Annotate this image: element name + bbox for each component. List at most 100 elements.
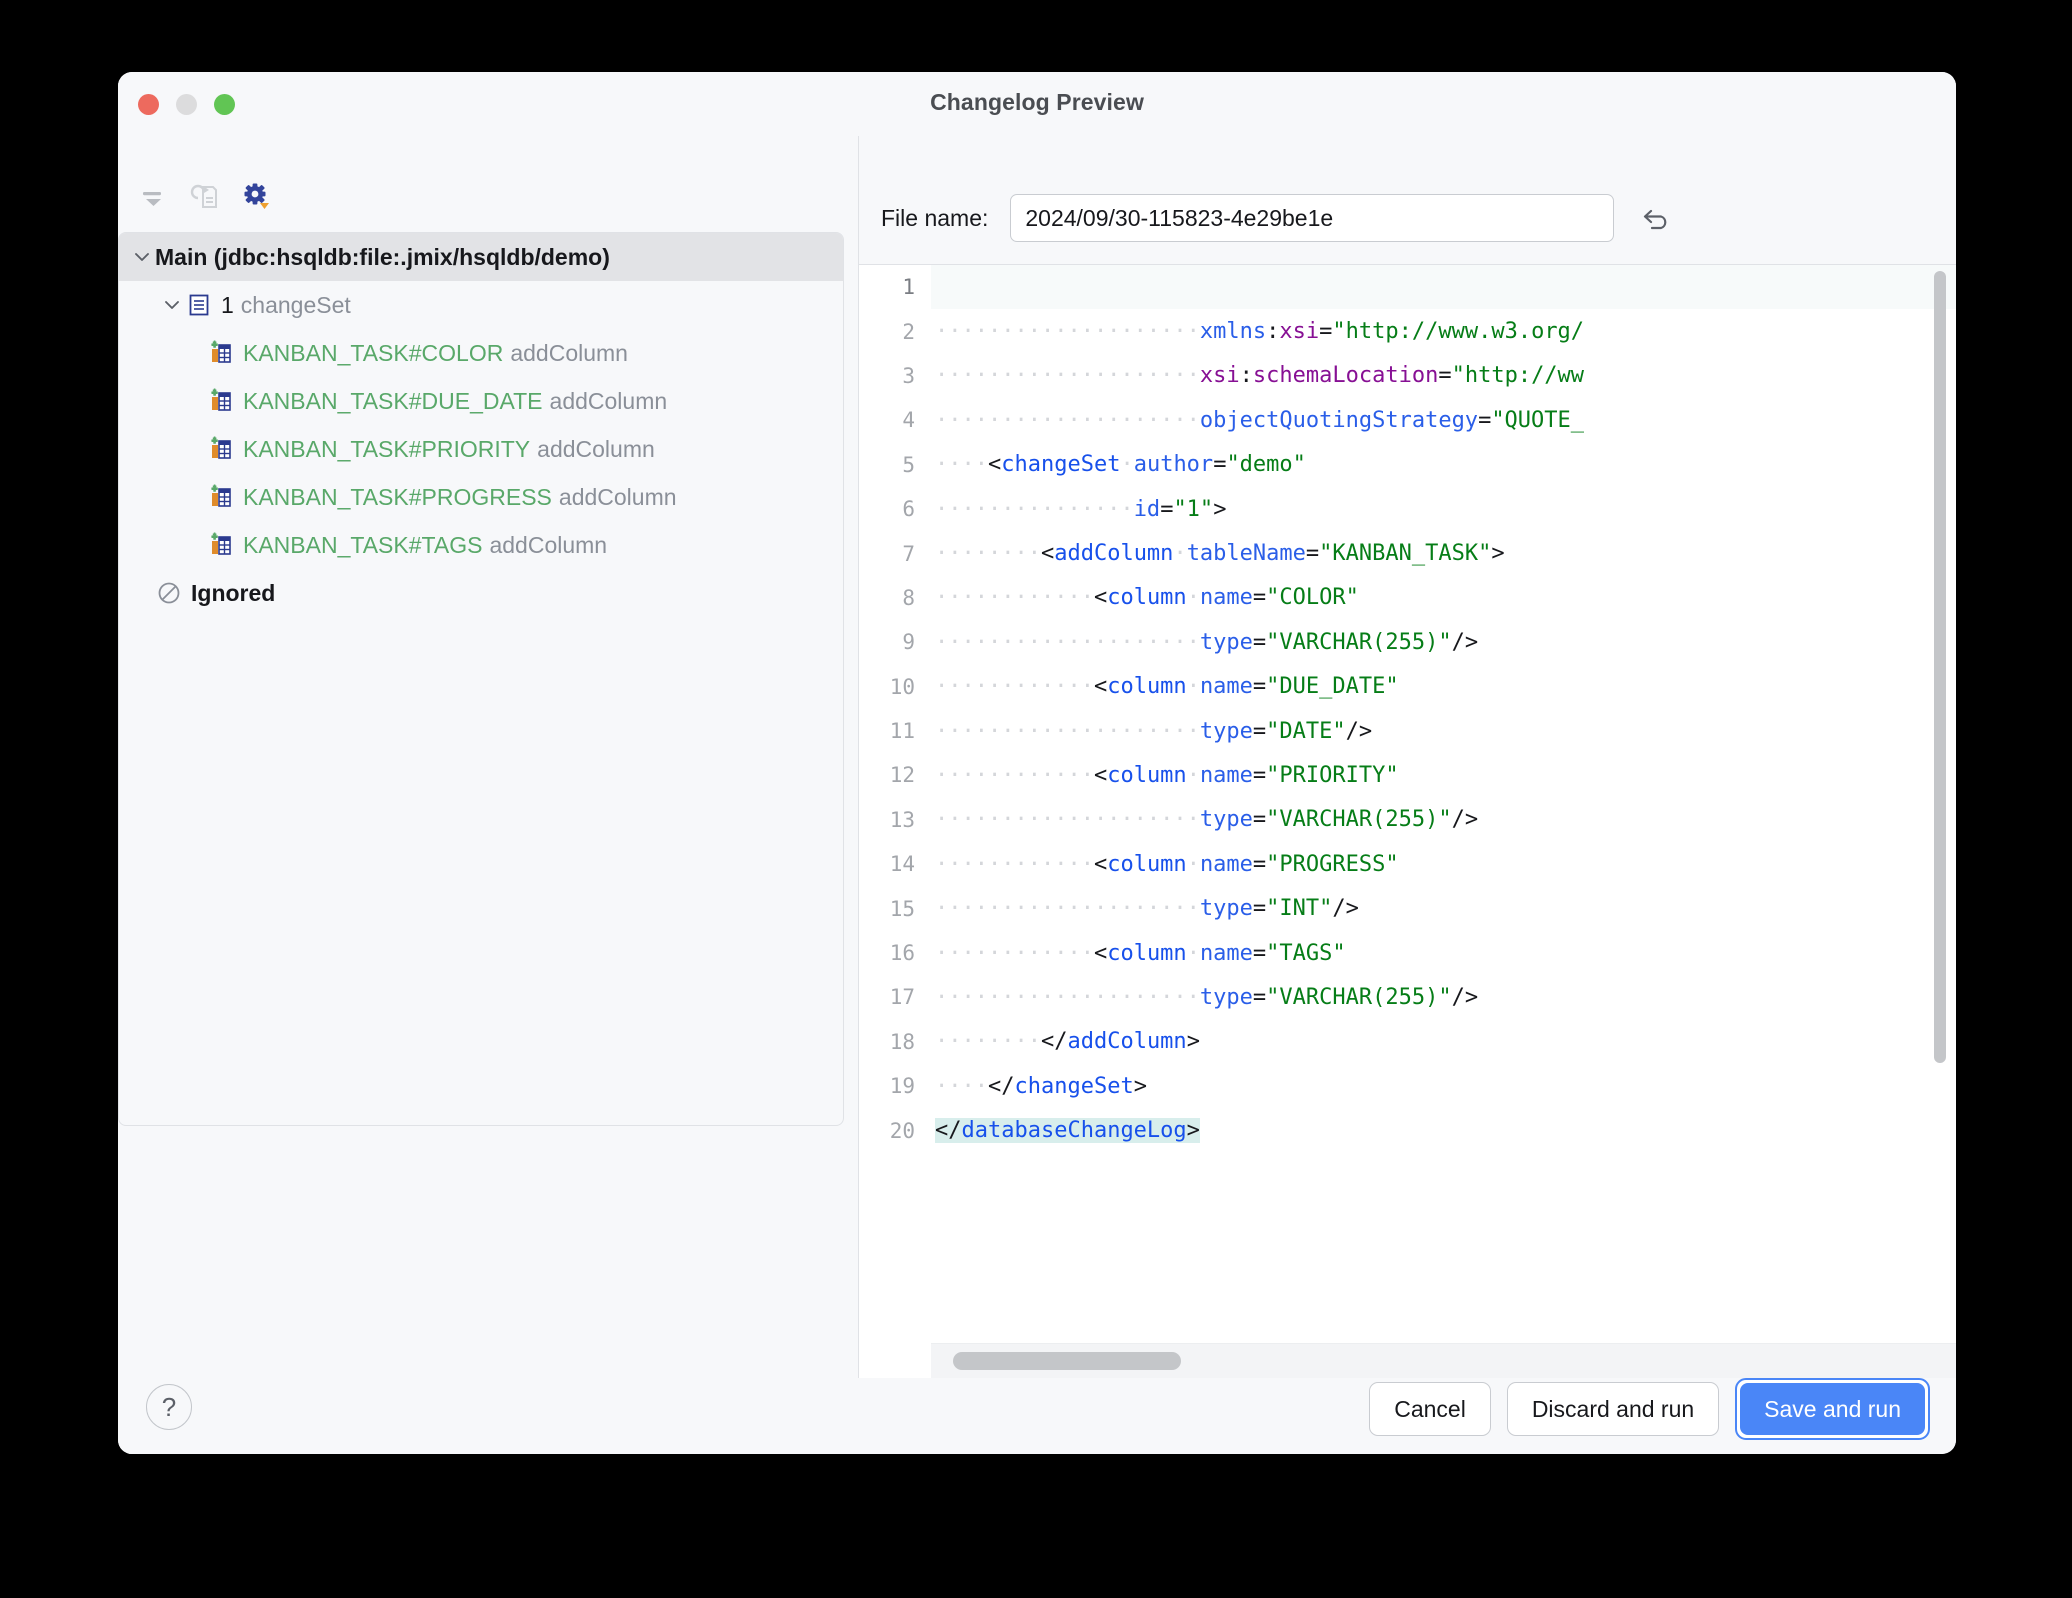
line-number: 18 xyxy=(889,1029,915,1054)
code-line[interactable]: 9 ····················type="VARCHAR(255)"… xyxy=(859,620,1956,664)
code-text: ········<addColumn·tableName="KANBAN_TAS… xyxy=(935,541,1505,567)
code-line[interactable]: 1 <databaseChangeLog·xmlns="http://www.li… xyxy=(859,265,1956,309)
line-number: 1 xyxy=(902,275,915,300)
code-line[interactable]: 18 ········</addColumn> xyxy=(859,1020,1956,1064)
gear-dropdown-icon[interactable] xyxy=(240,180,274,214)
code-line[interactable]: 20 </databaseChangeLog> xyxy=(859,1108,1956,1152)
add-column-icon xyxy=(207,435,235,463)
add-column-icon xyxy=(207,339,235,367)
change-item-name: KANBAN_TASK#TAGS xyxy=(243,531,483,558)
tree-toolbar xyxy=(118,176,274,218)
code-text: ············<column·name="PRIORITY" xyxy=(935,762,1399,788)
tree-row-change-item[interactable]: KANBAN_TASK#DUE_DATE addColumn xyxy=(119,377,843,425)
code-line[interactable]: 10 ············<column·name="DUE_DATE" xyxy=(859,665,1956,709)
window-title: Changelog Preview xyxy=(930,89,1144,115)
change-item-name: KANBAN_TASK#PROGRESS xyxy=(243,483,552,510)
change-item-name: KANBAN_TASK#PRIORITY xyxy=(243,435,531,462)
change-item-action: addColumn xyxy=(537,435,655,462)
code-line[interactable]: 5 ····<changeSet·author="demo" xyxy=(859,443,1956,487)
tree-row-change-item[interactable]: KANBAN_TASK#COLOR addColumn xyxy=(119,329,843,377)
change-item-action: addColumn xyxy=(549,387,668,414)
line-number: 8 xyxy=(902,585,915,610)
code-line[interactable]: 2 ····················xmlns:xsi="http://w… xyxy=(859,309,1956,353)
line-number: 16 xyxy=(889,941,915,966)
help-button[interactable]: ? xyxy=(146,1384,192,1430)
tree-root-label: Main (jdbc:hsqldb:file:.jmix/hsqldb/demo… xyxy=(155,243,610,270)
save-and-run-button[interactable]: Save and run xyxy=(1740,1383,1925,1435)
code-text: ····················type="DATE"/> xyxy=(935,718,1373,744)
ignored-circle-slash-icon xyxy=(155,579,183,607)
collapse-all-icon[interactable] xyxy=(136,180,170,214)
code-text: ············<column·name="COLOR" xyxy=(935,585,1359,611)
line-number: 3 xyxy=(902,363,915,388)
discard-and-run-button[interactable]: Discard and run xyxy=(1506,1382,1720,1436)
line-number: 6 xyxy=(902,497,915,522)
tree-row-changeset[interactable]: 1 changeSet xyxy=(119,281,843,329)
changeset-count: 1 xyxy=(221,291,234,318)
code-line[interactable]: 19 ····</changeSet> xyxy=(859,1064,1956,1108)
code-text: ····<changeSet·author="demo" xyxy=(935,452,1306,478)
line-number: 20 xyxy=(889,1118,915,1143)
changeset-label: changeSet xyxy=(240,291,351,318)
code-line[interactable]: 12 ············<column·name="PRIORITY" xyxy=(859,753,1956,797)
code-line[interactable]: 17 ····················type="VARCHAR(255)… xyxy=(859,975,1956,1019)
refresh-document-icon[interactable] xyxy=(188,180,222,214)
code-line[interactable]: 3 ····················xsi:schemaLocation=… xyxy=(859,354,1956,398)
cancel-button[interactable]: Cancel xyxy=(1369,1382,1491,1436)
footer-button-group: Cancel Discard and run Save and run xyxy=(1369,1378,1930,1440)
tree-row-root[interactable]: Main (jdbc:hsqldb:file:.jmix/hsqldb/demo… xyxy=(119,233,843,281)
add-column-icon xyxy=(207,531,235,559)
changeset-icon xyxy=(185,291,213,319)
code-line[interactable]: 16 ············<column·name="TAGS" xyxy=(859,931,1956,975)
code-text: ····················type="INT"/> xyxy=(935,896,1359,922)
add-column-icon xyxy=(207,483,235,511)
filename-row: File name: xyxy=(859,188,1956,248)
filename-input[interactable] xyxy=(1010,194,1615,242)
code-text: ····················type="VARCHAR(255)"/… xyxy=(935,807,1479,833)
dialog-body: Main (jdbc:hsqldb:file:.jmix/hsqldb/demo… xyxy=(118,136,1956,1378)
code-text: </databaseChangeLog> xyxy=(935,1118,1200,1144)
code-text: ····················type="VARCHAR(255)"/… xyxy=(935,629,1479,655)
code-text: ········</addColumn> xyxy=(935,1029,1200,1055)
code-text: ···············id="1"> xyxy=(935,496,1227,522)
code-text: ····</changeSet> xyxy=(935,1073,1147,1099)
line-number: 4 xyxy=(902,408,915,433)
tree-row-change-item[interactable]: KANBAN_TASK#TAGS addColumn xyxy=(119,521,843,569)
window-titlebar: Changelog Preview xyxy=(118,72,1956,136)
changelog-tree[interactable]: Main (jdbc:hsqldb:file:.jmix/hsqldb/demo… xyxy=(118,232,844,1126)
code-text: ····················type="VARCHAR(255)"/… xyxy=(935,984,1479,1010)
editor-horizontal-scrollbar[interactable] xyxy=(931,1343,1956,1378)
line-number: 15 xyxy=(889,896,915,921)
tree-change-items: KANBAN_TASK#COLOR addColumn KANBAN_TASK#D… xyxy=(119,329,843,569)
editor-horizontal-scroll-thumb[interactable] xyxy=(953,1352,1181,1370)
code-line[interactable]: 6 ···············id="1"> xyxy=(859,487,1956,531)
line-number: 11 xyxy=(889,719,915,744)
code-text: ····················objectQuotingStrateg… xyxy=(935,407,1585,433)
xml-editor[interactable]: 1 <databaseChangeLog·xmlns="http://www.li… xyxy=(859,264,1956,1378)
editor-viewport[interactable]: 1 <databaseChangeLog·xmlns="http://www.li… xyxy=(859,265,1956,1344)
line-number: 12 xyxy=(889,763,915,788)
code-line[interactable]: 15 ····················type="INT"/> xyxy=(859,886,1956,930)
chevron-down-icon[interactable] xyxy=(129,244,155,270)
tree-row-ignored[interactable]: Ignored xyxy=(119,569,843,617)
line-number: 5 xyxy=(902,452,915,477)
code-line[interactable]: 11 ····················type="DATE"/> xyxy=(859,709,1956,753)
code-line[interactable]: 7 ········<addColumn·tableName="KANBAN_TA… xyxy=(859,531,1956,575)
tree-pane: Main (jdbc:hsqldb:file:.jmix/hsqldb/demo… xyxy=(118,136,858,1378)
editor-vertical-scrollbar[interactable] xyxy=(1934,271,1946,1063)
code-text: ····················xmlns:xsi="http://ww… xyxy=(935,319,1585,345)
code-line[interactable]: 14 ············<column·name="PROGRESS" xyxy=(859,842,1956,886)
line-number: 7 xyxy=(902,541,915,566)
code-line[interactable]: 13 ····················type="VARCHAR(255)… xyxy=(859,798,1956,842)
line-number: 17 xyxy=(889,985,915,1010)
save-and-run-button-focus-ring: Save and run xyxy=(1735,1378,1930,1440)
code-line[interactable]: 8 ············<column·name="COLOR" xyxy=(859,576,1956,620)
tree-row-change-item[interactable]: KANBAN_TASK#PROGRESS addColumn xyxy=(119,473,843,521)
revert-arrow-icon[interactable] xyxy=(1636,198,1676,238)
changelog-preview-window: Changelog Preview Main (jdbc:hsqldb:file… xyxy=(118,72,1956,1454)
chevron-down-icon[interactable] xyxy=(159,292,185,318)
line-number: 2 xyxy=(902,319,915,344)
tree-row-change-item[interactable]: KANBAN_TASK#PRIORITY addColumn xyxy=(119,425,843,473)
code-lines[interactable]: 1 <databaseChangeLog·xmlns="http://www.li… xyxy=(859,265,1956,1153)
code-line[interactable]: 4 ····················objectQuotingStrate… xyxy=(859,398,1956,442)
